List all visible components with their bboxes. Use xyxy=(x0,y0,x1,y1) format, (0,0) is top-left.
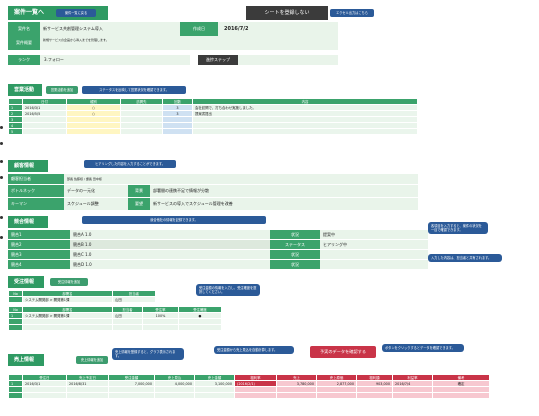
project-name-field[interactable]: 新サービス共創管理システム導入 xyxy=(40,22,180,36)
row-note[interactable] xyxy=(432,392,490,399)
activity-tip: ステータスを反映して営業状況を確認できます。 xyxy=(82,86,186,94)
row-forecast[interactable] xyxy=(154,392,195,399)
row-profit[interactable] xyxy=(356,392,393,399)
hearing-background-label: 背景 xyxy=(128,185,150,197)
summary-label: 案件概要 xyxy=(8,36,40,50)
competitor-field[interactable]: 競合A 1.0 xyxy=(70,230,270,239)
hearing-request-label: 要望 xyxy=(128,198,150,210)
row-order-amount[interactable] xyxy=(108,392,155,399)
hearing-bottleneck-field[interactable]: データの一元化 xyxy=(64,185,128,197)
bullet-icon xyxy=(0,216,3,219)
revenue-title: 売上情報 xyxy=(8,354,44,366)
contract-table-2: No 部署名 担当者 受注率 受注確度 1 システム開発部 > 開発第1課 山田… xyxy=(8,306,222,331)
add-activity-button[interactable]: 営業活動を追加 xyxy=(46,86,78,94)
table-row[interactable]: 5 xyxy=(8,128,418,135)
row-sales[interactable] xyxy=(276,392,317,399)
row-cost[interactable] xyxy=(316,392,357,399)
competitor-status-field[interactable]: 提案中 xyxy=(320,230,428,239)
bullet-icon xyxy=(0,176,3,179)
table-row[interactable] xyxy=(8,392,490,399)
hearing-keyman-label: キーマン xyxy=(8,198,64,210)
status-field[interactable] xyxy=(238,55,338,65)
hearing-contact-label: 顧客担当者 xyxy=(8,174,64,184)
row-no xyxy=(8,392,23,399)
bullet-icon xyxy=(0,142,3,145)
row-sales-amount[interactable] xyxy=(194,392,235,399)
rank-label: ランク xyxy=(8,55,40,65)
competitor-status-field[interactable] xyxy=(320,260,428,269)
competitor-label: 競合3 xyxy=(8,250,70,259)
competitor-label: 競合1 xyxy=(8,230,70,239)
bullet-icon xyxy=(0,236,3,239)
row-count[interactable] xyxy=(162,128,193,135)
hearing-background-field[interactable]: 部署間の連携不足で情報が分散 xyxy=(150,185,418,197)
activity-table: 日付 種別 訪問先 回数 内容 1 2016/3/1 ○ 3 会社訪問で、打ち合… xyxy=(8,98,418,135)
hearing-bottleneck-label: ボトルネック xyxy=(8,185,64,197)
date-field[interactable]: 2016/7/2 xyxy=(218,22,338,36)
center-title: シートを登録しない xyxy=(246,6,328,20)
view-plan-data-button[interactable]: 予実のデータを確認する xyxy=(310,346,376,358)
row-order-date[interactable] xyxy=(22,392,67,399)
row-rate[interactable] xyxy=(142,324,179,331)
revenue-table: 受注日 売上予定日 受注金額 売上見込 売上金額 粗利率 売上 売上原価 粗利額… xyxy=(8,374,490,399)
competitor-field[interactable]: 競合C 1.0 xyxy=(70,250,270,259)
competitor-status-field[interactable]: ヒアリング中 xyxy=(320,240,428,249)
competitor-status-field[interactable] xyxy=(320,250,428,259)
row-no: 5 xyxy=(8,128,23,135)
bullet-icon xyxy=(0,160,3,163)
hearing-contact-field[interactable]: 部長 佐藤様 / 課長 田中様 xyxy=(64,174,418,184)
competitor-title: 競合情報 xyxy=(8,216,48,228)
competitor-label: 競合4 xyxy=(8,260,70,269)
row-content[interactable] xyxy=(192,128,418,135)
row-person[interactable]: 山田 xyxy=(112,296,156,303)
revenue-tip-2: 受注金額から売上見込を自動計算します。 xyxy=(214,346,294,355)
competitor-status-label: 状況 xyxy=(270,250,320,259)
add-revenue-button[interactable]: 売上情報を追加 xyxy=(76,356,108,364)
row-no xyxy=(8,296,23,303)
row-type[interactable] xyxy=(66,128,121,135)
activity-title: 営業活動 xyxy=(8,84,42,96)
summary-field[interactable]: 新規サービスの企画から導入までを管理します。 xyxy=(40,36,338,50)
competitor-status-label: 状況 xyxy=(270,230,320,239)
competitor-list: 競合1 競合A 1.0 状況 提案中 競合2 競合B 1.0 ステータス ヒアリ… xyxy=(8,230,428,270)
hearing-title: 顧客情報 xyxy=(8,160,48,172)
contract-table-1: No 部署名 担当者 システム開発部 > 開発第1課 山田 xyxy=(8,290,156,303)
export-button[interactable]: エクセル出力はこちら xyxy=(330,9,374,17)
revenue-tip-1: 売上情報を登録すると、グラフ表示されます。 xyxy=(112,348,184,361)
contract-title: 受注情報 xyxy=(8,276,44,288)
competitor-tip: 競合他社の情報を記録できます。 xyxy=(82,216,266,224)
row-margin-rate[interactable] xyxy=(234,392,277,399)
row-visit[interactable] xyxy=(120,128,163,135)
revenue-tip-3: ボタンをクリックするとデータを確認できます。 xyxy=(382,344,464,353)
competitor-field[interactable]: 競合B 1.0 xyxy=(70,240,270,249)
row-profit-rate[interactable] xyxy=(392,392,433,399)
bullet-icon xyxy=(0,126,3,129)
rank-field[interactable]: 3.フォロー xyxy=(40,55,190,65)
row-sure[interactable] xyxy=(178,324,222,331)
contract-tip: 受注金額の情報を入力し、受注確度を選択してください。 xyxy=(196,284,260,297)
hearing-tip: ヒアリングした内容を入力することができます。 xyxy=(84,160,176,168)
row-no xyxy=(8,324,23,331)
small-back-button[interactable]: 案件一覧に戻る xyxy=(56,9,96,17)
side-tip-2: 入力した内容は、担当者と共有されます。 xyxy=(428,254,502,263)
competitor-label: 競合2 xyxy=(8,240,70,249)
hearing-request-field[interactable]: 新サービスの導入でスケジュール管理を改善 xyxy=(150,198,418,210)
row-date[interactable] xyxy=(22,128,67,135)
row-sales-date[interactable] xyxy=(66,392,109,399)
date-label: 作成日 xyxy=(180,22,218,36)
competitor-status-label: ステータス xyxy=(270,240,320,249)
side-tip-1: 各項目を入力すると、案件の状況を一目で確認できます。 xyxy=(428,222,488,235)
row-dept[interactable]: システム開発部 > 開発第1課 xyxy=(22,296,113,303)
table-row[interactable]: システム開発部 > 開発第1課 山田 xyxy=(8,296,156,303)
add-contract-button[interactable]: 受注情報を追加 xyxy=(50,278,88,286)
hearing-keyman-field[interactable]: スケジュール調整 xyxy=(64,198,128,210)
status-label: 進捗ステップ xyxy=(198,55,238,65)
competitor-field[interactable]: 競合D 1.0 xyxy=(70,260,270,269)
row-dept[interactable] xyxy=(22,324,113,331)
project-name-label: 案件名 xyxy=(8,22,40,36)
table-row[interactable] xyxy=(8,324,222,331)
top-bar: 案件一覧へ 案件一覧に戻る シートを登録しない エクセル出力はこちら xyxy=(8,6,532,20)
competitor-status-label: 状況 xyxy=(270,260,320,269)
row-person[interactable] xyxy=(112,324,143,331)
